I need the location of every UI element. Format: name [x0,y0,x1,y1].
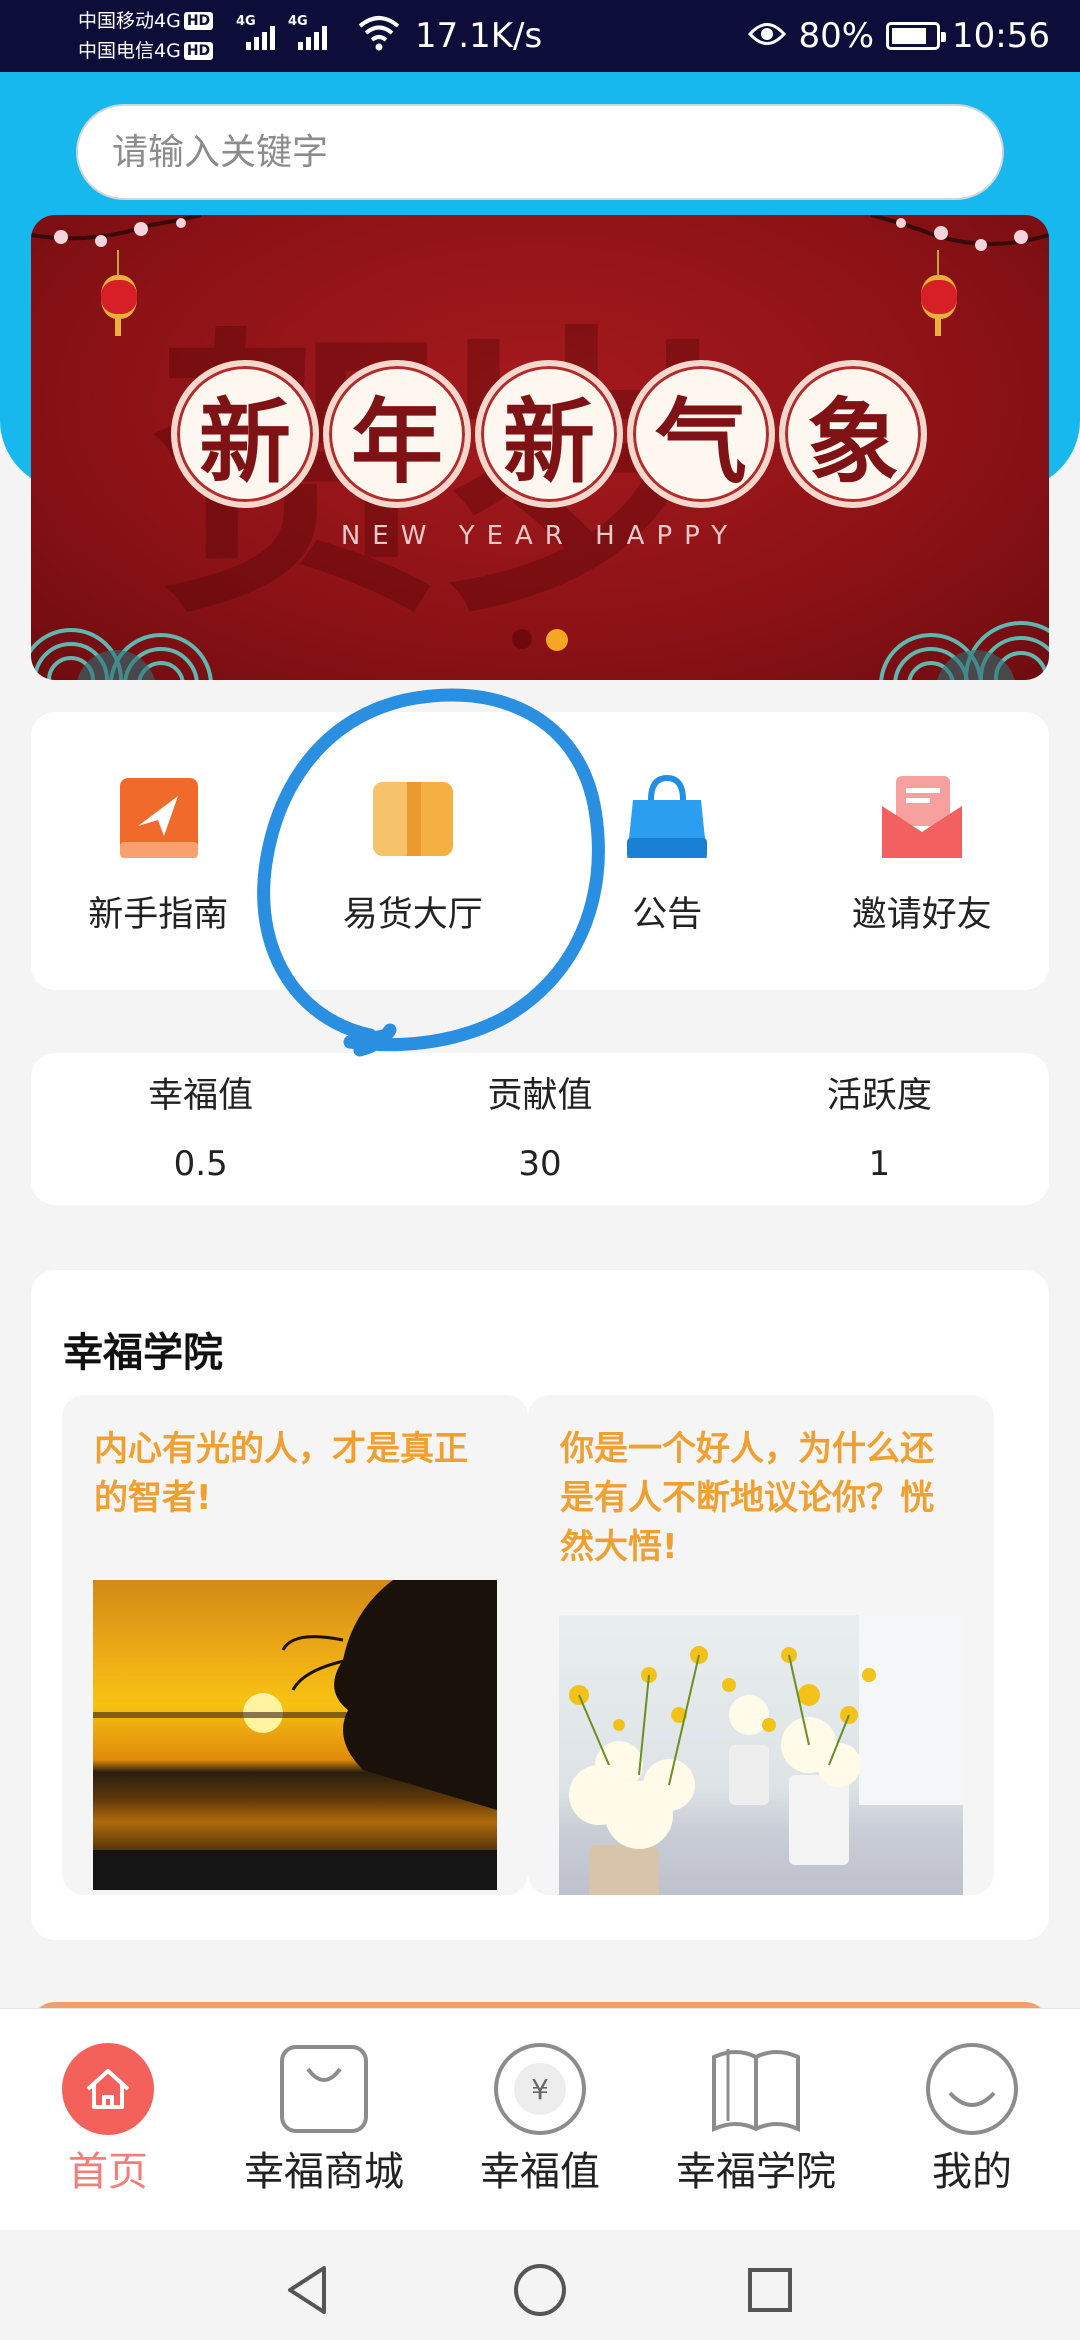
nav-label: 幸福值 [480,2149,600,2195]
article-title: 内心有光的人，才是真正的智者! [94,1429,468,1518]
article-title: 你是一个好人，为什么还是有人不断地议论你？恍然大悟! [560,1429,934,1567]
quick-menu-label: 新手指南 [88,895,229,935]
section-title: 幸福学院 [63,1330,223,1376]
quick-menu-item-barter-hall[interactable]: 易货大厅 [286,712,541,990]
search-input[interactable] [78,106,1002,198]
banner-char: 新 [475,360,623,508]
signal-icon: 4G [288,14,332,50]
stat-contribution[interactable]: 贡献值 30 [370,1053,709,1205]
envelope-icon [876,772,968,864]
clock: 10:56 [952,16,1050,56]
bag-icon [276,2041,372,2137]
signal-icon: 4G [236,14,280,50]
stat-label: 活跃度 [826,1076,932,1116]
quick-menu-label: 易货大厅 [342,895,483,935]
quick-menu: 新手指南 易货大厅 公告 邀请好友 [31,712,1049,990]
eye-icon [748,16,787,56]
banner-char: 气 [627,360,775,508]
status-bar: 中国移动4G HD 中国电信4G HD 4G 4G 17.1K/s 80% 10:5… [0,0,1080,72]
quick-menu-label: 邀请好友 [851,895,992,935]
stats-panel: 幸福值 0.5 贡献值 30 活跃度 1 [31,1053,1049,1205]
stat-value: 30 [518,1144,562,1184]
yen-coin-icon: ¥ [492,2041,588,2137]
carrier-info: 中国移动4G HD 中国电信4G HD [78,6,214,66]
banner-title: 新 年 新 气 象 [171,360,927,508]
stat-value: 1 [868,1144,891,1184]
carousel-dot[interactable] [512,629,532,649]
search-bar[interactable] [76,104,1004,200]
svg-text:¥: ¥ [531,2073,549,2106]
hd-badge: HD [183,12,214,30]
network-speed: 17.1K/s [415,16,543,56]
battery-icon [886,22,947,50]
hd-badge: HD [183,42,214,60]
stat-happiness[interactable]: 幸福值 0.5 [31,1053,370,1205]
article-card[interactable]: 内心有光的人，才是真正的智者! [62,1395,528,1895]
book-icon [367,772,459,864]
carousel-dot-active[interactable] [546,629,568,651]
wifi-icon [358,14,400,56]
banner-subtitle: NEW YEAR HAPPY [340,521,740,551]
article-image-sunset [93,1580,497,1890]
nav-label: 幸福学院 [676,2149,836,2195]
home-icon [60,2041,156,2137]
open-book-icon [708,2041,804,2137]
guide-icon [112,772,204,864]
battery-percent: 80% [798,16,875,56]
system-navigation-bar [0,2230,1080,2340]
nav-label: 幸福商城 [244,2149,404,2195]
stat-label: 贡献值 [487,1076,593,1116]
quick-menu-item-guide[interactable]: 新手指南 [31,712,286,990]
stat-activity[interactable]: 活跃度 1 [710,1053,1049,1205]
nav-home[interactable]: 首页 [0,2009,216,2230]
quick-menu-item-announcement[interactable]: 公告 [540,712,795,990]
nav-label: 我的 [932,2149,1012,2195]
nav-label: 首页 [68,2149,148,2195]
home-circle-icon[interactable] [510,2260,570,2320]
shopping-bag-icon [621,772,713,864]
banner-carousel[interactable]: 贺岁 新 年 新 气 象 NEW YEAR HAPPY [31,215,1049,680]
bottom-navigation: 首页 幸福商城 ¥ 幸福值 幸福学院 我的 [0,2008,1080,2230]
stat-label: 幸福值 [148,1076,254,1116]
back-icon[interactable] [278,2260,338,2320]
banner-char: 新 [171,360,319,508]
article-image-flowers [559,1615,963,1895]
stat-value: 0.5 [173,1144,228,1184]
carrier-1: 中国移动4G [78,10,181,32]
carrier-2: 中国电信4G [78,40,181,62]
quick-menu-label: 公告 [632,895,703,935]
academy-section: 幸福学院 内心有光的人，才是真正的智者! 你是一个好人，为什么还是有人不断地议论… [31,1270,1049,1940]
article-card[interactable]: 你是一个好人，为什么还是有人不断地议论你？恍然大悟! [528,1395,994,1895]
nav-academy[interactable]: 幸福学院 [648,2009,864,2230]
nav-mall[interactable]: 幸福商城 [216,2009,432,2230]
signal-indicators: 4G 4G [236,14,332,50]
carousel-indicator [31,629,1049,651]
banner-char: 象 [779,360,927,508]
plum-blossom-decoration [31,215,1049,251]
smile-icon [924,2041,1020,2137]
nav-happiness-value[interactable]: ¥ 幸福值 [432,2009,648,2230]
recents-square-icon[interactable] [740,2260,800,2320]
nav-profile[interactable]: 我的 [864,2009,1080,2230]
banner-char: 年 [323,360,471,508]
quick-menu-item-invite[interactable]: 邀请好友 [795,712,1050,990]
